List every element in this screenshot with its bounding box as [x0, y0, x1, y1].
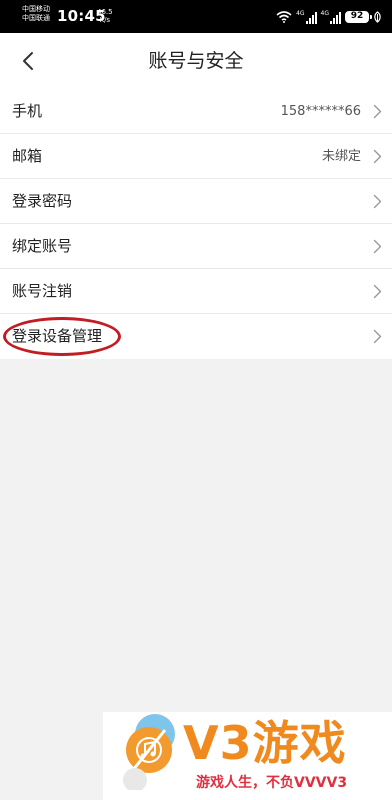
watermark-slogan: 游戏人生，不负VVVV3 — [196, 775, 348, 791]
network-speed: 46.5 K/s — [97, 8, 113, 24]
chevron-right-icon — [373, 239, 382, 254]
item-label: 绑定账号 — [12, 237, 73, 255]
list-item-email[interactable]: 邮箱 未绑定 — [0, 134, 392, 179]
chevron-right-icon — [373, 329, 382, 344]
item-value: 158******66 — [280, 104, 361, 119]
battery-icon: 92 — [345, 10, 372, 23]
status-bar: 中国移动 中国联通 10:45 46.5 K/s 4G 4G 92 — [0, 0, 392, 33]
watermark-brand: V3游戏 — [183, 716, 347, 770]
list-item-cancel-account[interactable]: 账号注销 — [0, 269, 392, 314]
list-item-phone[interactable]: 手机 158******66 — [0, 89, 392, 134]
carrier-info: 中国移动 中国联通 — [22, 5, 50, 23]
carrier-2: 中国联通 — [22, 14, 50, 22]
signal-icon — [305, 11, 317, 24]
music-logo-icon — [123, 714, 175, 790]
signal-icon — [330, 11, 341, 24]
leaf-icon — [374, 10, 381, 23]
item-label: 登录设备管理 — [12, 327, 103, 345]
chevron-right-icon — [373, 284, 382, 299]
signal-group-1: 4G — [296, 9, 317, 24]
header: 账号与安全 — [0, 33, 392, 89]
network-type-1: 4G — [296, 9, 305, 17]
speed-value: 46.5 — [97, 8, 113, 16]
watermark: V3游戏 游戏人生，不负VVVV3 — [103, 712, 392, 800]
item-value: 未绑定 — [321, 149, 361, 164]
signal-group-2: 4G — [321, 10, 341, 24]
list-item-login-password[interactable]: 登录密码 — [0, 179, 392, 224]
chevron-right-icon — [373, 104, 382, 119]
item-label: 邮箱 — [12, 147, 43, 165]
status-icons: 4G 4G 92 — [276, 8, 382, 25]
item-label: 手机 — [12, 102, 43, 120]
list-item-device-management[interactable]: 登录设备管理 — [0, 314, 392, 359]
page-title: 账号与安全 — [148, 50, 244, 72]
network-type-2: 4G — [320, 9, 329, 17]
wifi-icon — [276, 10, 292, 23]
chevron-right-icon — [373, 149, 382, 164]
carrier-1: 中国移动 — [22, 5, 50, 13]
chevron-right-icon — [373, 194, 382, 209]
item-label: 登录密码 — [12, 192, 73, 210]
speed-unit: K/s — [99, 16, 111, 24]
item-label: 账号注销 — [12, 282, 73, 300]
settings-list: 手机 158******66 邮箱 未绑定 登录密码 绑定账号 账号注销 登录设… — [0, 89, 392, 359]
list-item-bind-account[interactable]: 绑定账号 — [0, 224, 392, 269]
